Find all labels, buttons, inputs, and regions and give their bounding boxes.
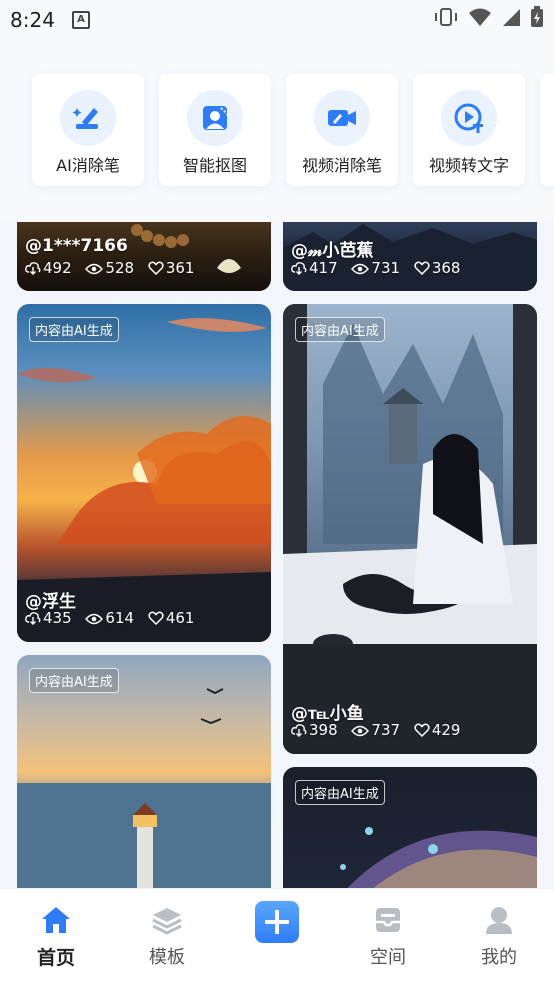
download-count: 417 — [309, 259, 338, 277]
tab-home-label: 首页 — [36, 947, 75, 969]
feed-card[interactable]: 内容由AI生成 — [283, 767, 537, 888]
feed-card[interactable]: @1***7166 492 528 361 — [17, 222, 271, 291]
wifi-icon — [468, 8, 491, 26]
home-icon — [42, 907, 70, 933]
tool-label: AI消除笔 — [56, 156, 120, 175]
heart-icon — [414, 261, 430, 276]
tab-space[interactable]: 空间 — [348, 905, 428, 969]
status-bar: 8:24 A — [0, 0, 554, 40]
card-stats: 492 528 361 — [25, 259, 203, 277]
download-cloud-icon — [25, 262, 41, 275]
view-count: 528 — [105, 259, 135, 277]
feed-card[interactable]: 内容由AI生成 @浮生 435 614 461 — [17, 304, 271, 642]
eraser-pen-icon — [60, 90, 116, 146]
feed-card[interactable]: 内容由AI生成 @℡小鱼 398 737 429 — [283, 304, 537, 754]
ai-generated-badge: 内容由AI生成 — [295, 780, 385, 805]
card-username: @𝓂小芭蕉 — [291, 241, 374, 261]
card-artwork — [283, 304, 537, 754]
download-cloud-icon — [25, 612, 41, 625]
tab-templates[interactable]: 模板 — [127, 905, 207, 969]
user-icon — [486, 907, 512, 934]
card-stats: 417 731 368 — [291, 259, 469, 277]
heart-icon — [148, 261, 164, 276]
like-count: 461 — [165, 609, 195, 627]
view-count: 614 — [105, 609, 135, 627]
status-icons — [429, 6, 544, 28]
tool-smart-cutout-button[interactable]: 智能抠图 — [159, 74, 271, 186]
card-stats: 398 737 429 — [291, 721, 469, 739]
ai-generated-badge: 内容由AI生成 — [295, 317, 385, 342]
download-cloud-icon — [291, 262, 307, 275]
ai-generated-badge: 内容由AI生成 — [29, 317, 119, 342]
vibrate-icon — [434, 8, 457, 26]
heart-icon — [414, 723, 430, 738]
eye-icon — [351, 725, 370, 737]
bottom-tab-bar: 首页 模板 空间 我的 — [0, 888, 554, 985]
tool-label: 视频消除笔 — [301, 156, 382, 175]
download-count: 492 — [43, 259, 72, 277]
download-count: 435 — [43, 609, 72, 627]
battery-icon — [531, 6, 543, 27]
tab-mine[interactable]: 我的 — [459, 905, 539, 969]
feed: @1***7166 492 528 361 @𝓂小芭蕉 417 731 368 … — [0, 222, 554, 888]
plus-icon — [265, 910, 289, 934]
tool-ai-eraser-button[interactable]: AI消除笔 — [32, 74, 144, 186]
tool-card-overflow[interactable] — [540, 74, 554, 186]
tool-row: AI消除笔 智能抠图 视频消除笔 视频转文字 — [32, 74, 554, 186]
like-count: 368 — [431, 259, 461, 277]
feed-card[interactable]: @𝓂小芭蕉 417 731 368 — [283, 222, 537, 291]
heart-icon — [148, 611, 164, 626]
card-username: @1***7166 — [25, 236, 128, 256]
ai-generated-badge: 内容由AI生成 — [29, 668, 119, 693]
status-time: 8:24 — [10, 8, 55, 32]
tab-mine-label: 我的 — [481, 947, 517, 968]
tab-home[interactable]: 首页 — [16, 905, 96, 970]
layers-icon — [152, 908, 182, 935]
feed-card[interactable]: 内容由AI生成 — [17, 655, 271, 888]
download-count: 398 — [309, 721, 338, 739]
add-button[interactable] — [255, 901, 299, 943]
eye-icon — [85, 613, 104, 625]
tool-video-to-text-button[interactable]: 视频转文字 — [413, 74, 525, 186]
video-eraser-icon — [314, 90, 370, 146]
like-count: 361 — [165, 259, 195, 277]
like-count: 429 — [431, 721, 461, 739]
notification-icon: A — [72, 11, 90, 29]
signal-icon — [502, 9, 520, 26]
tab-space-label: 空间 — [370, 947, 406, 968]
tool-label: 视频转文字 — [428, 156, 509, 175]
eye-icon — [85, 263, 104, 275]
tool-label: 智能抠图 — [182, 156, 247, 175]
video-to-text-icon — [441, 90, 497, 146]
download-cloud-icon — [291, 724, 307, 737]
cutout-icon — [187, 90, 243, 146]
card-stats: 435 614 461 — [25, 609, 203, 627]
eye-icon — [351, 263, 370, 275]
tool-video-eraser-button[interactable]: 视频消除笔 — [286, 74, 398, 186]
view-count: 731 — [371, 259, 401, 277]
view-count: 737 — [371, 721, 401, 739]
tab-templates-label: 模板 — [149, 947, 185, 968]
inbox-icon — [376, 908, 400, 932]
tool-header: AI消除笔 智能抠图 视频消除笔 视频转文字 — [0, 40, 554, 222]
card-artwork — [131, 224, 241, 273]
